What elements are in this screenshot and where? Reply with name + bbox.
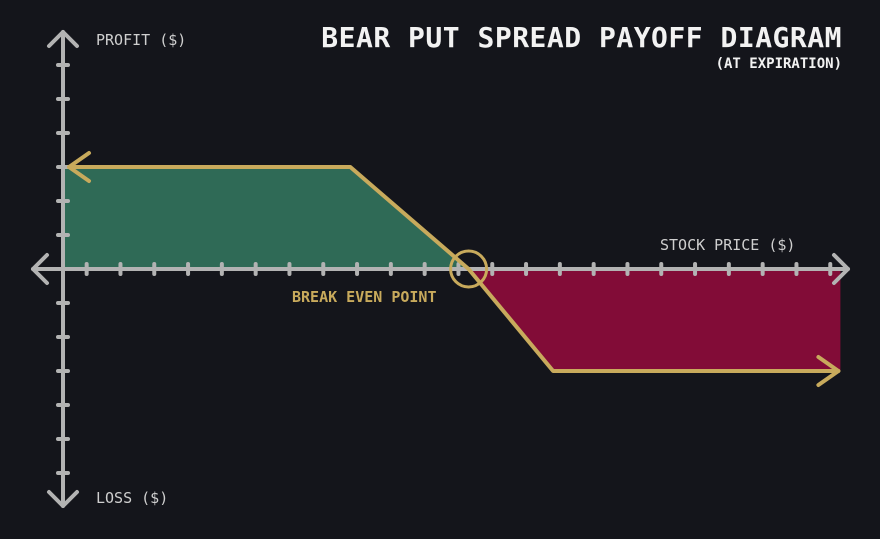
x-axis-label: STOCK PRICE ($) [660,236,796,254]
payoff-chart: BEAR PUT SPREAD PAYOFF DIAGRAM (AT EXPIR… [0,0,880,539]
chart-subtitle: (AT EXPIRATION) [715,56,842,72]
break-even-label: BREAK EVEN POINT [292,288,437,306]
y-axis-label-loss: LOSS ($) [96,489,169,507]
loss-area [468,269,841,371]
chart-canvas [31,30,850,508]
chart-title: BEAR PUT SPREAD PAYOFF DIAGRAM [321,21,842,54]
y-axis-label-profit: PROFIT ($) [96,31,187,49]
